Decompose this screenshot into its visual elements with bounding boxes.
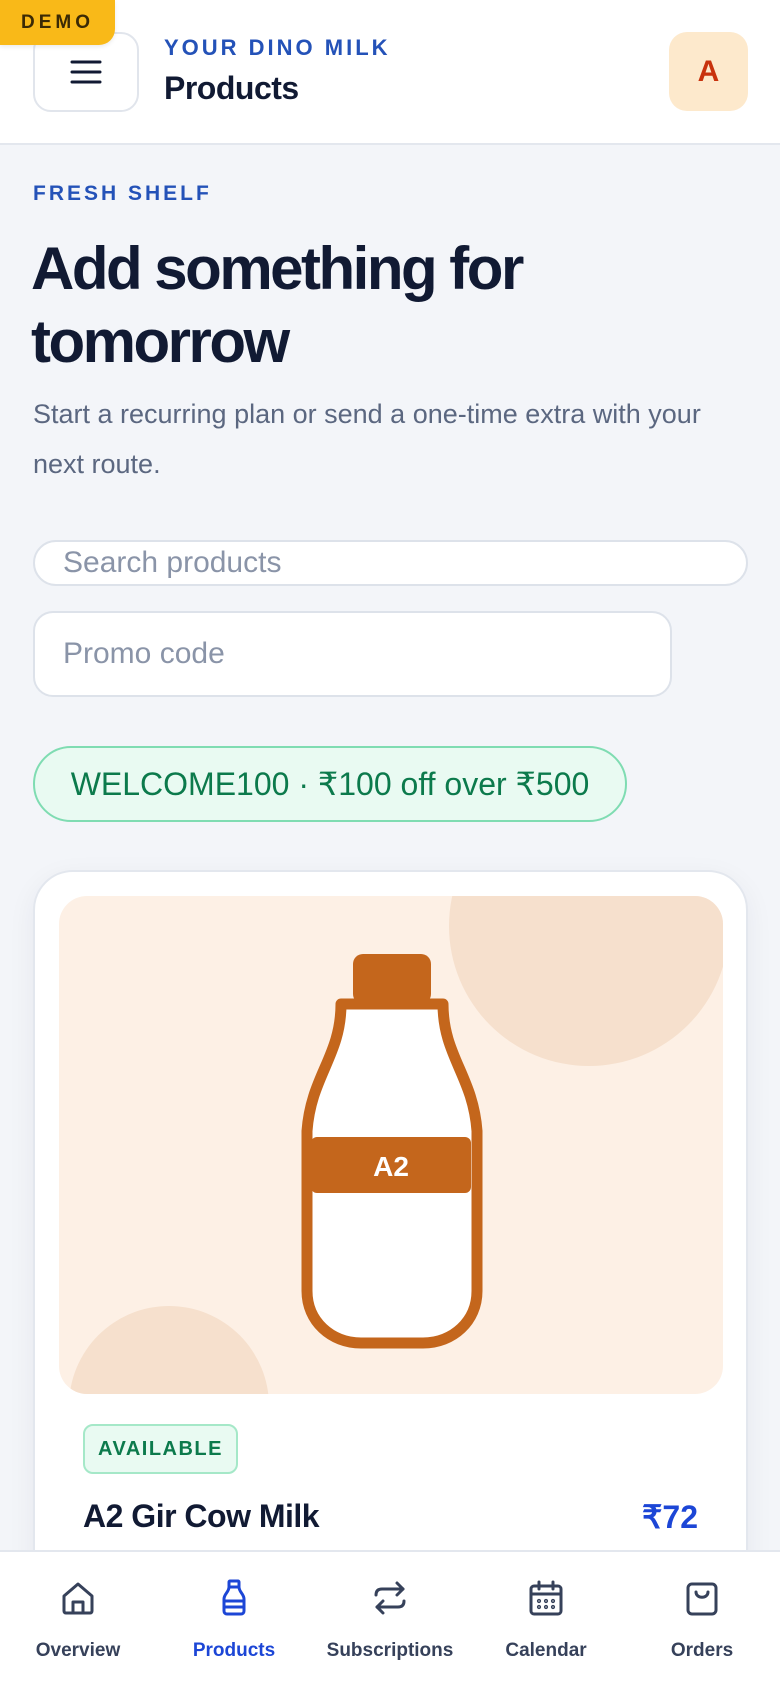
nav-item-orders[interactable]: Orders	[624, 1552, 780, 1688]
hero-subtitle: Start a recurring plan or send a one-tim…	[33, 399, 701, 479]
promo-code-field[interactable]	[33, 611, 672, 697]
home-icon	[58, 1578, 98, 1618]
bottle-label: A2	[373, 1151, 409, 1182]
hero-title: Add something for tomorrow	[31, 235, 524, 375]
nav-label-overview: Overview	[35, 1640, 121, 1661]
nav-label-calendar: Calendar	[505, 1640, 587, 1661]
status-badge: AVAILABLE	[83, 1424, 238, 1474]
nav-label-products: Products	[192, 1640, 276, 1661]
hamburger-menu-icon	[70, 60, 102, 84]
app-page: DEMO YOUR DINO MILK Products A FRESH SHE…	[0, 0, 780, 1688]
nav-label-subscriptions: Subscriptions	[326, 1640, 454, 1661]
milk-bottle-icon: A2	[69, 896, 723, 1394]
nav-item-calendar[interactable]: Calendar	[468, 1552, 624, 1688]
nav-item-overview[interactable]: Overview	[0, 1552, 156, 1688]
bottom-nav: Overview Products Subscriptions Calendar…	[0, 1550, 780, 1688]
nav-item-subscriptions[interactable]: Subscriptions	[312, 1552, 468, 1688]
repeat-icon	[370, 1578, 410, 1618]
brand-name: YOUR DINO MILK	[164, 35, 391, 60]
search-input[interactable]	[33, 540, 748, 586]
shopping-bag-icon	[682, 1578, 722, 1618]
product-price: ₹72	[642, 1499, 698, 1535]
avatar[interactable]: A	[669, 32, 748, 111]
demo-badge: DEMO	[0, 0, 115, 45]
app-header: DEMO YOUR DINO MILK Products A	[0, 0, 780, 145]
promo-offer-chip[interactable]: WELCOME100 · ₹100 off over ₹500	[33, 746, 627, 822]
bottle-icon	[214, 1578, 254, 1618]
page-title: Products	[164, 70, 299, 106]
nav-item-products[interactable]: Products	[156, 1552, 312, 1688]
product-name: A2 Gir Cow Milk	[83, 1498, 320, 1534]
section-eyebrow: FRESH SHELF	[33, 182, 212, 205]
nav-label-orders: Orders	[670, 1640, 734, 1661]
calendar-icon	[526, 1578, 566, 1618]
product-image: A2	[59, 896, 723, 1394]
